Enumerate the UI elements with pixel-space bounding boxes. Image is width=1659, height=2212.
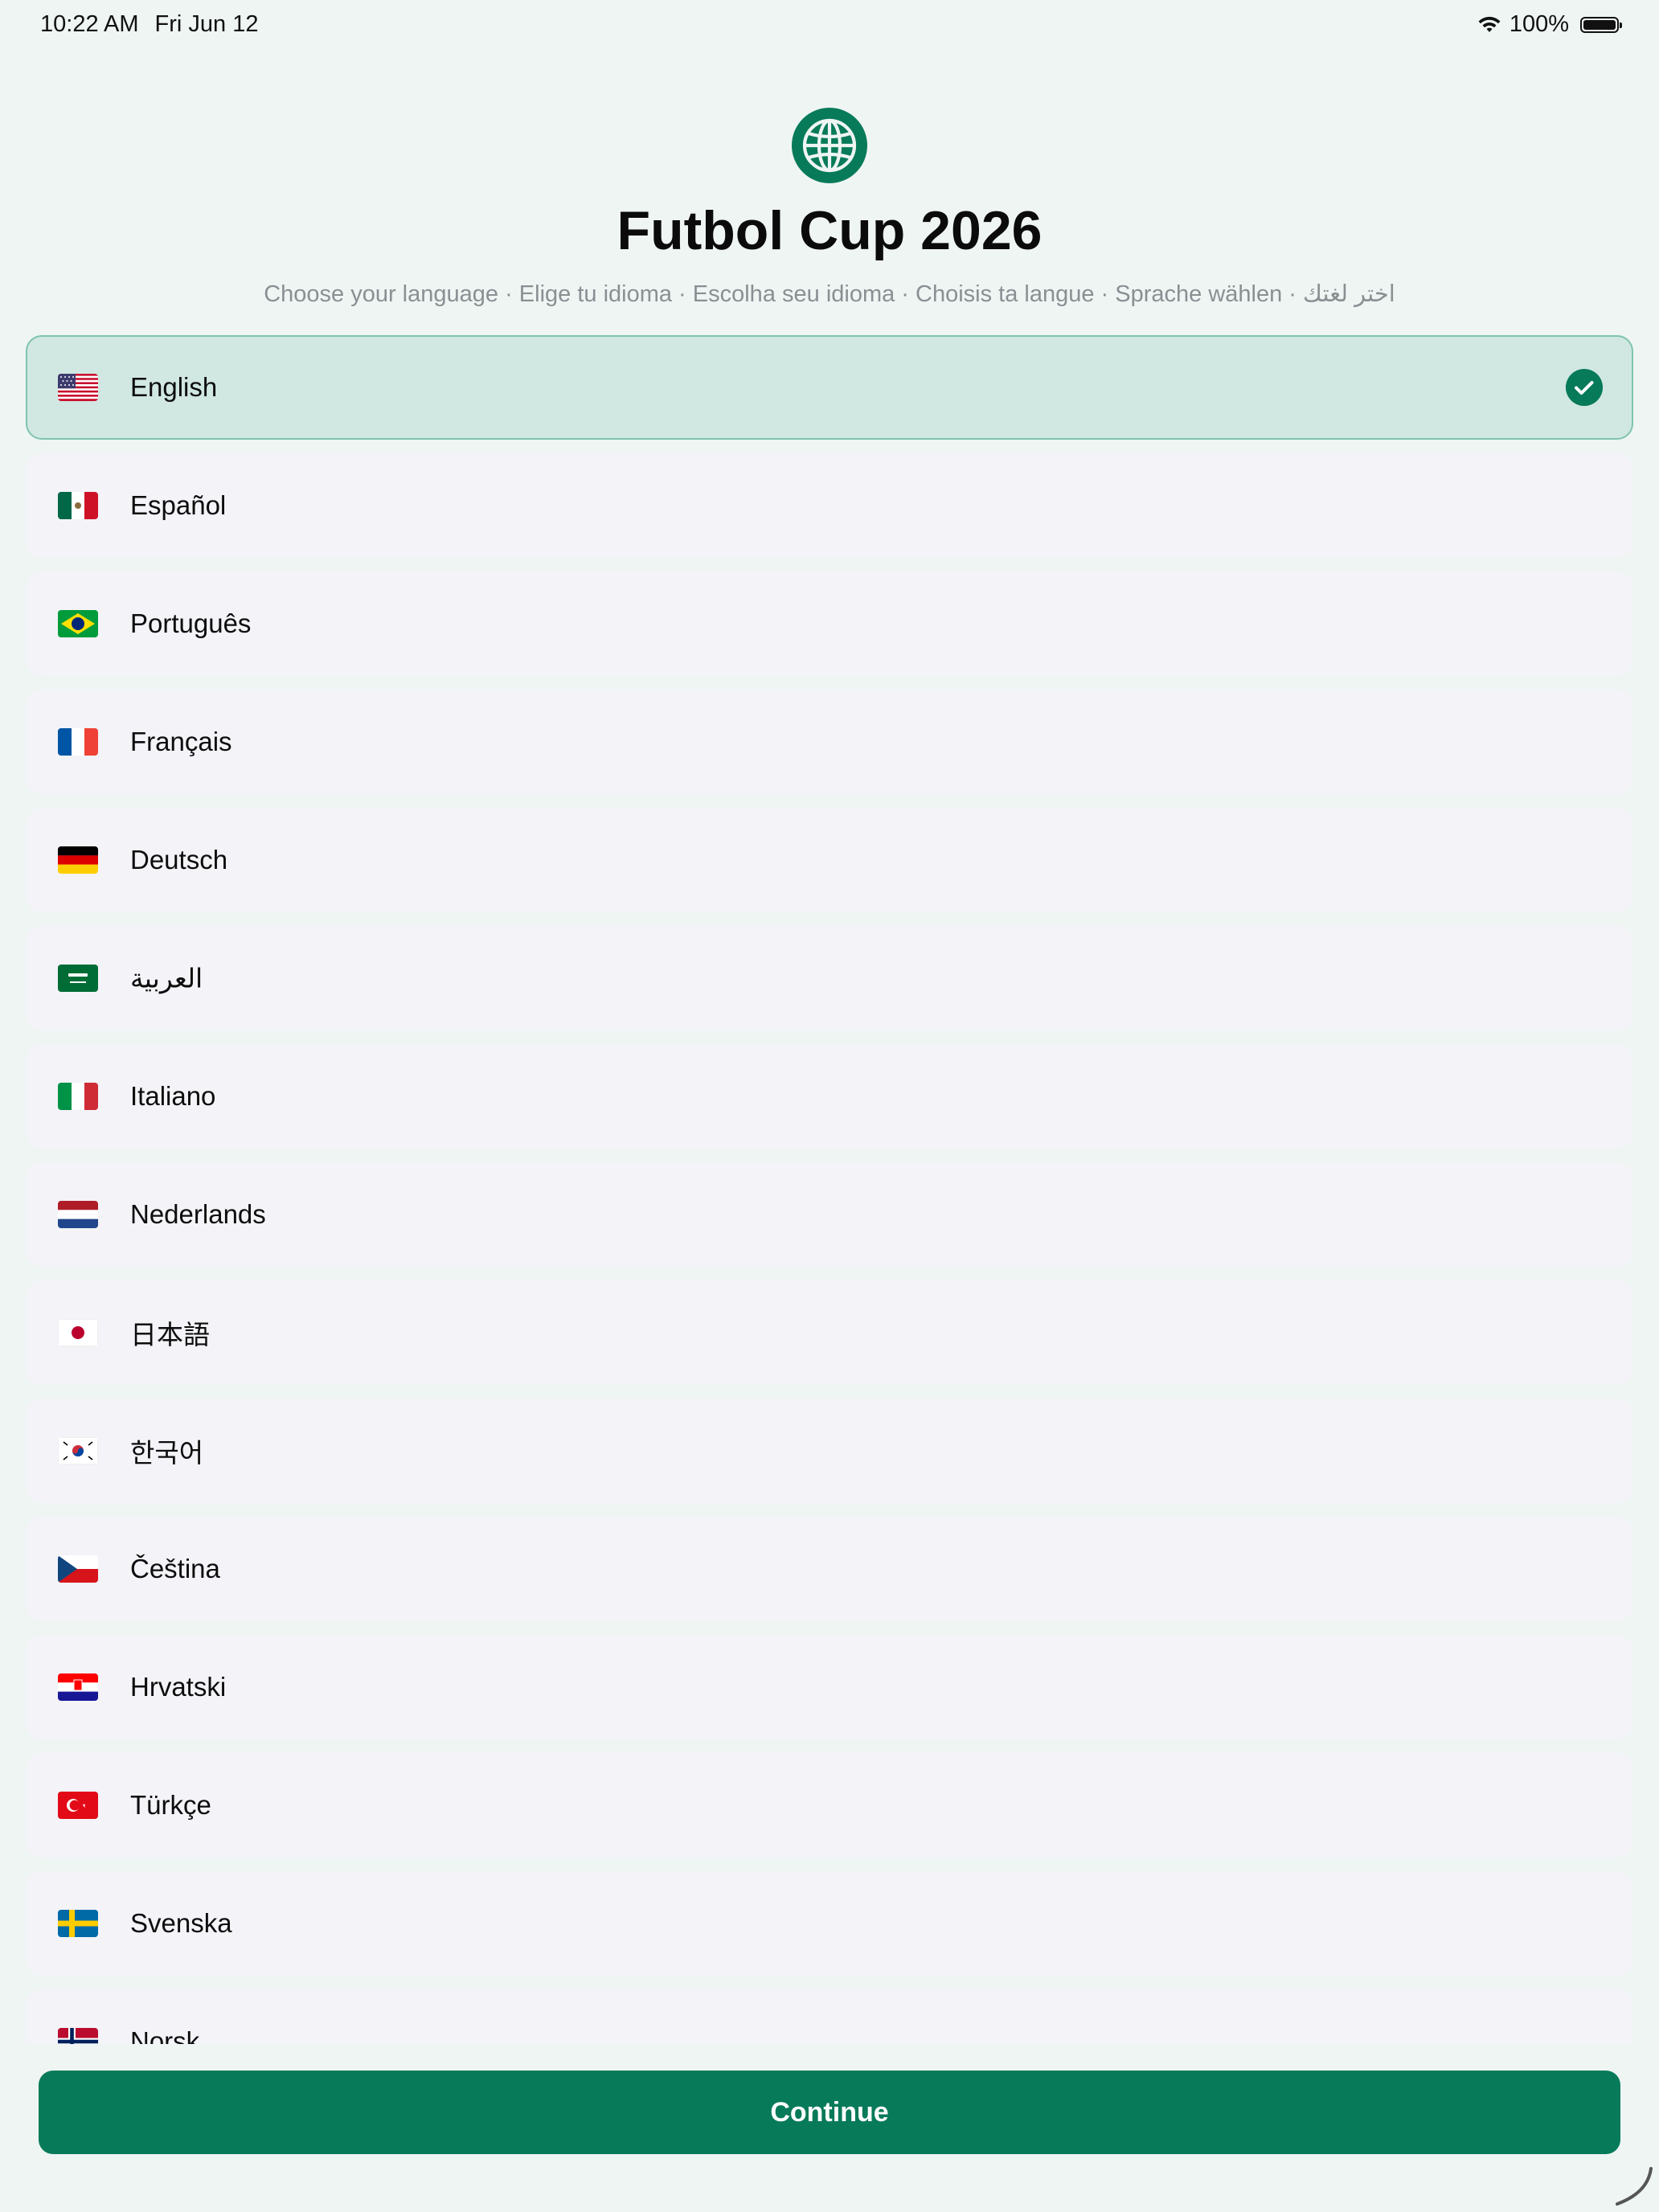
page-subtitle: Choose your language · Elige tu idioma ·… bbox=[264, 281, 1395, 307]
language-label: Français bbox=[130, 727, 232, 756]
language-list[interactable]: English Español Português Français Deuts… bbox=[26, 335, 1633, 2044]
language-option-arabic[interactable]: العربية bbox=[26, 926, 1633, 1030]
status-time: 10:22 AM bbox=[40, 11, 139, 37]
status-date: Fri Jun 12 bbox=[154, 11, 259, 37]
language-option-cestina[interactable]: Čeština bbox=[26, 1517, 1633, 1621]
battery-icon bbox=[1580, 16, 1622, 33]
italy-flag-icon bbox=[58, 1083, 98, 1110]
france-flag-icon bbox=[58, 728, 98, 756]
battery-percentage: 100% bbox=[1509, 11, 1569, 37]
language-option-svenska[interactable]: Svenska bbox=[26, 1871, 1633, 1976]
language-label: English bbox=[130, 372, 218, 402]
saudi-arabia-flag-icon bbox=[58, 965, 98, 992]
checkmark-circle-icon bbox=[1566, 369, 1603, 406]
language-label: Hrvatski bbox=[130, 1672, 227, 1702]
status-left: 10:22 AM Fri Jun 12 bbox=[40, 11, 274, 38]
resize-handle-icon bbox=[1616, 2167, 1653, 2206]
japan-flag-icon bbox=[58, 1319, 98, 1346]
language-label: Nederlands bbox=[130, 1199, 266, 1229]
language-option-deutsch[interactable]: Deutsch bbox=[26, 808, 1633, 912]
continue-button[interactable]: Continue bbox=[39, 2071, 1620, 2154]
mexico-flag-icon bbox=[58, 492, 98, 519]
language-option-italiano[interactable]: Italiano bbox=[26, 1044, 1633, 1149]
globe-icon bbox=[792, 108, 867, 183]
norway-flag-icon bbox=[58, 2028, 98, 2044]
status-right: 100% bbox=[1477, 11, 1622, 38]
language-label: العربية bbox=[130, 963, 203, 993]
language-label: 日本語 bbox=[130, 1320, 210, 1350]
language-option-nederlands[interactable]: Nederlands bbox=[26, 1162, 1633, 1267]
language-option-hrvatski[interactable]: Hrvatski bbox=[26, 1635, 1633, 1739]
language-label: Čeština bbox=[130, 1554, 220, 1583]
turkey-flag-icon bbox=[58, 1792, 98, 1819]
language-label: Norsk bbox=[130, 2026, 200, 2044]
language-option-portugues[interactable]: Português bbox=[26, 571, 1633, 676]
status-bar: 10:22 AM Fri Jun 12 100% bbox=[0, 0, 1659, 51]
wifi-icon bbox=[1478, 16, 1501, 32]
language-option-espanol[interactable]: Español bbox=[26, 453, 1633, 558]
page-title: Futbol Cup 2026 bbox=[616, 200, 1043, 261]
czech-flag-icon bbox=[58, 1555, 98, 1583]
language-option-english[interactable]: English bbox=[26, 335, 1633, 440]
language-option-japanese[interactable]: 日本語 bbox=[26, 1280, 1633, 1385]
language-label: Italiano bbox=[130, 1081, 216, 1111]
language-label: Português bbox=[130, 608, 252, 638]
germany-flag-icon bbox=[58, 846, 98, 874]
language-label: Deutsch bbox=[130, 845, 228, 875]
language-option-korean[interactable]: 한국어 bbox=[26, 1399, 1633, 1503]
south-korea-flag-icon bbox=[58, 1437, 98, 1464]
language-label: 한국어 bbox=[130, 1438, 204, 1468]
language-option-turkce[interactable]: Türkçe bbox=[26, 1753, 1633, 1858]
netherlands-flag-icon bbox=[58, 1201, 98, 1228]
language-label: Svenska bbox=[130, 1908, 232, 1938]
language-option-francais[interactable]: Français bbox=[26, 690, 1633, 794]
sweden-flag-icon bbox=[58, 1910, 98, 1937]
us-flag-icon bbox=[58, 374, 98, 401]
language-label: Español bbox=[130, 490, 227, 520]
language-label: Türkçe bbox=[130, 1790, 211, 1820]
croatia-flag-icon bbox=[58, 1673, 98, 1701]
language-option-norsk[interactable]: Norsk bbox=[26, 1989, 1633, 2044]
brazil-flag-icon bbox=[58, 610, 98, 637]
